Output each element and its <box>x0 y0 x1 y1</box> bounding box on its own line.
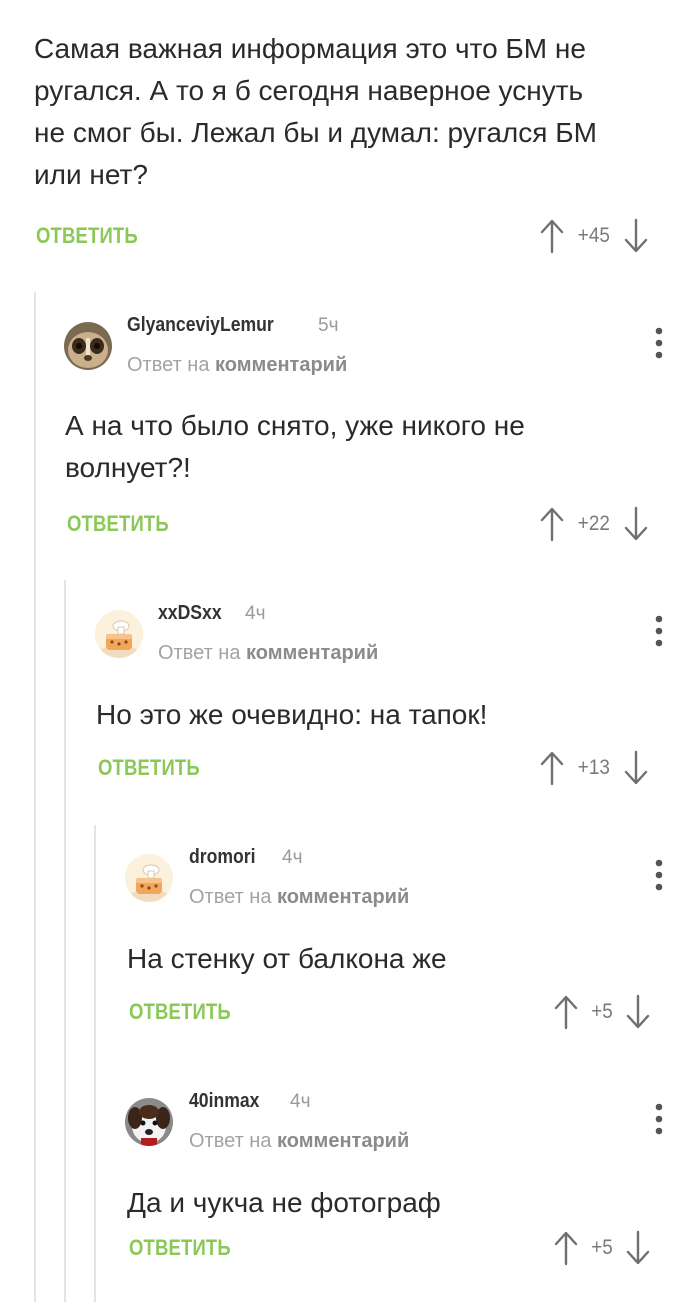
comment-score: +13 <box>577 756 610 779</box>
avatar[interactable] <box>125 854 173 902</box>
upvote-arrow-icon[interactable] <box>538 504 566 544</box>
downvote-arrow-icon[interactable] <box>624 1228 652 1268</box>
downvote-arrow-icon[interactable] <box>622 748 650 788</box>
reply-to-meta: Ответ на комментарий <box>127 354 347 377</box>
avatar[interactable] <box>95 610 143 658</box>
username[interactable]: dromori <box>189 846 255 869</box>
reply-to-label: Ответ на <box>189 1130 272 1152</box>
comment-text: А на что было снято, уже никого не волну… <box>65 405 525 489</box>
reply-to-link[interactable]: комментарий <box>277 1130 409 1152</box>
avatar[interactable] <box>125 1098 173 1146</box>
username[interactable]: xxDSxx <box>158 602 222 625</box>
comment-time: 4ч <box>290 1091 311 1112</box>
vote-controls: +45 <box>538 216 650 256</box>
more-options-icon[interactable] <box>653 858 665 892</box>
comment-time: 5ч <box>318 315 339 336</box>
comment-text-line: не смог бы. Лежал бы и думал: ругался БМ <box>34 117 597 148</box>
reply-button[interactable]: ОТВЕТИТЬ <box>129 999 231 1025</box>
reply-button[interactable]: ОТВЕТИТЬ <box>98 755 200 781</box>
comment-text-line: или нет? <box>34 159 148 190</box>
upvote-arrow-icon[interactable] <box>538 216 566 256</box>
vote-controls: +22 <box>538 504 650 544</box>
comment-score: +5 <box>591 1236 613 1259</box>
comment-score: +22 <box>577 512 610 535</box>
username[interactable]: GlyanceviyLemur <box>127 314 274 337</box>
upvote-arrow-icon[interactable] <box>552 1228 580 1268</box>
reply-to-link[interactable]: комментарий <box>215 354 347 376</box>
comment-text-line: Но это же очевидно: на тапок! <box>96 699 488 730</box>
comment-score: +45 <box>577 224 610 247</box>
reply-to-meta: Ответ на комментарий <box>158 642 378 665</box>
username[interactable]: 40inmax <box>189 1090 259 1113</box>
thread-line-level-2 <box>64 580 66 1302</box>
vote-controls: +5 <box>552 992 652 1032</box>
downvote-arrow-icon[interactable] <box>622 216 650 256</box>
comment-text-line: Самая важная информация это что БМ не <box>34 33 586 64</box>
avatar[interactable] <box>64 322 112 370</box>
cake-avatar-icon <box>95 610 143 658</box>
vote-controls: +5 <box>552 1228 652 1268</box>
cake-avatar-icon <box>125 854 173 902</box>
upvote-arrow-icon[interactable] <box>538 748 566 788</box>
comment-text-line: ругался. А то я б сегодня наверное уснут… <box>34 75 584 106</box>
comment-text: Самая важная информация это что БМ не ру… <box>34 28 597 196</box>
vote-controls: +13 <box>538 748 650 788</box>
downvote-arrow-icon[interactable] <box>624 992 652 1032</box>
comment-text-line: А на что было снято, уже никого не <box>65 410 525 441</box>
reply-button[interactable]: ОТВЕТИТЬ <box>67 511 169 537</box>
reply-to-label: Ответ на <box>189 886 272 908</box>
upvote-arrow-icon[interactable] <box>552 992 580 1032</box>
more-options-icon[interactable] <box>653 326 665 360</box>
reply-button[interactable]: ОТВЕТИТЬ <box>36 223 138 249</box>
reply-to-meta: Ответ на комментарий <box>189 1130 409 1153</box>
comment-text-line: На стенку от балкона же <box>127 943 447 974</box>
comment-time: 4ч <box>245 603 266 624</box>
reply-to-label: Ответ на <box>158 642 241 664</box>
thread-line-level-3 <box>94 825 96 1302</box>
comment-text: Но это же очевидно: на тапок! <box>96 694 487 736</box>
lemur-avatar-icon <box>64 322 112 370</box>
comment-score: +5 <box>591 1000 613 1023</box>
more-options-icon[interactable] <box>653 614 665 648</box>
thread-line-level-1 <box>34 292 36 1302</box>
comment-text-line: волнует?! <box>65 452 191 483</box>
dog-avatar-icon <box>125 1098 173 1146</box>
comment-text: На стенку от балкона же <box>127 938 447 980</box>
reply-to-link[interactable]: комментарий <box>246 642 378 664</box>
reply-to-link[interactable]: комментарий <box>277 886 409 908</box>
comment-text: Да и чукча не фотограф <box>127 1182 441 1224</box>
reply-button[interactable]: ОТВЕТИТЬ <box>129 1235 231 1261</box>
more-options-icon[interactable] <box>653 1102 665 1136</box>
reply-to-label: Ответ на <box>127 354 210 376</box>
reply-to-meta: Ответ на комментарий <box>189 886 409 909</box>
comment-text-line: Да и чукча не фотограф <box>127 1187 441 1218</box>
comment-time: 4ч <box>282 847 303 868</box>
downvote-arrow-icon[interactable] <box>622 504 650 544</box>
